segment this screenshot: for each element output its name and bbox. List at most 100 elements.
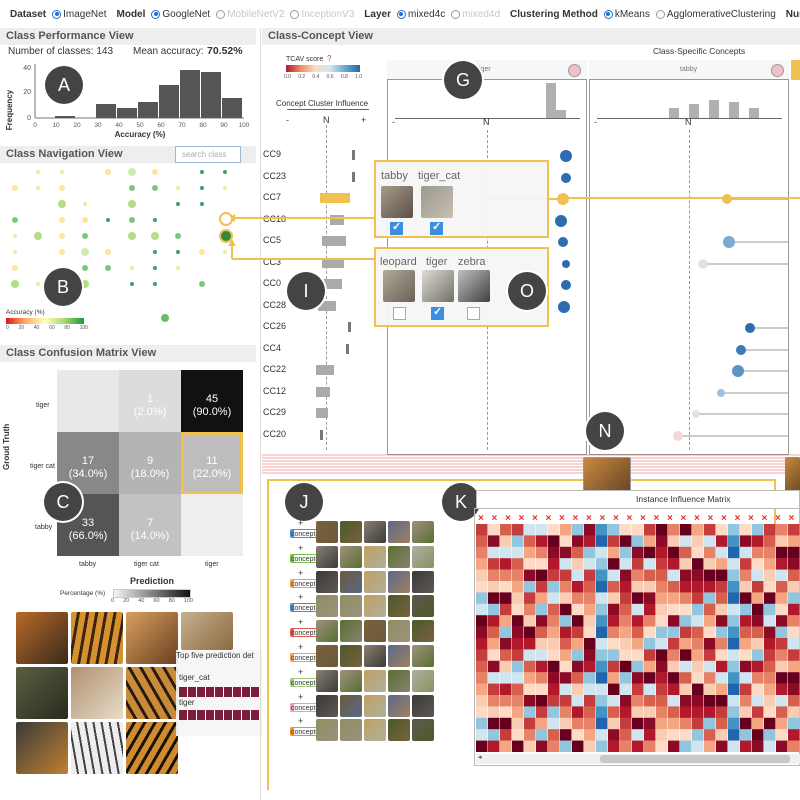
heatmap-cell[interactable] bbox=[716, 603, 728, 616]
heatmap-cell[interactable] bbox=[596, 535, 608, 547]
heatmap-cell[interactable] bbox=[644, 592, 656, 604]
heatmap-cell[interactable] bbox=[584, 649, 596, 661]
heatmap-cell[interactable] bbox=[512, 592, 524, 604]
heatmap-cell[interactable] bbox=[608, 638, 620, 650]
concept-tag[interactable]: concept3 bbox=[290, 677, 318, 687]
heatmap-cell[interactable] bbox=[620, 524, 632, 536]
heatmap-cell[interactable] bbox=[728, 729, 740, 741]
heatmap-cell[interactable] bbox=[728, 558, 740, 570]
heatmap-cell[interactable] bbox=[632, 592, 644, 604]
heatmap-cell[interactable] bbox=[740, 706, 752, 718]
heatmap-cell[interactable] bbox=[560, 592, 572, 604]
heatmap-cell[interactable] bbox=[584, 672, 596, 684]
heatmap-cell[interactable] bbox=[644, 717, 656, 730]
heatmap-cell[interactable] bbox=[644, 581, 656, 593]
heatmap-cell[interactable] bbox=[536, 626, 548, 639]
heatmap-cell[interactable] bbox=[680, 546, 692, 559]
concept-image[interactable] bbox=[412, 620, 434, 643]
heatmap-cell[interactable] bbox=[728, 626, 740, 639]
heatmap-cell[interactable] bbox=[608, 729, 620, 741]
heatmap-cell[interactable] bbox=[716, 729, 728, 741]
heatmap-cell[interactable] bbox=[752, 626, 764, 639]
heatmap-cell[interactable] bbox=[500, 592, 512, 604]
heatmap-cell[interactable] bbox=[560, 729, 572, 741]
scroll-left-icon[interactable]: ◂ bbox=[478, 753, 482, 761]
heatmap-cell[interactable] bbox=[560, 672, 572, 684]
heatmap-cell[interactable] bbox=[512, 558, 524, 570]
heatmap-cell[interactable] bbox=[788, 546, 800, 559]
heatmap-cell[interactable] bbox=[692, 683, 704, 696]
heatmap-cell[interactable] bbox=[788, 558, 800, 570]
heatmap-cell[interactable] bbox=[692, 695, 704, 707]
heatmap-cell[interactable] bbox=[620, 683, 632, 696]
heatmap-cell[interactable] bbox=[500, 695, 512, 707]
heatmap-cell[interactable] bbox=[776, 649, 788, 661]
heatmap-cell[interactable] bbox=[656, 546, 668, 559]
heatmap-cell[interactable] bbox=[776, 626, 788, 639]
heatmap-cell[interactable] bbox=[572, 717, 584, 730]
heatmap-cell[interactable] bbox=[536, 615, 548, 627]
concept-image[interactable] bbox=[364, 669, 386, 692]
heatmap-cell[interactable] bbox=[608, 569, 620, 582]
remove-instance-icon[interactable]: × bbox=[505, 513, 511, 524]
heatmap-cell[interactable] bbox=[728, 695, 740, 707]
heatmap-cell[interactable] bbox=[572, 660, 584, 673]
heatmap-cell[interactable] bbox=[608, 535, 620, 547]
heatmap-cell[interactable] bbox=[512, 603, 524, 616]
heatmap-cell[interactable] bbox=[692, 615, 704, 627]
remove-instance-icon[interactable]: × bbox=[478, 513, 484, 524]
heatmap-cell[interactable] bbox=[512, 569, 524, 582]
heatmap-cell[interactable] bbox=[740, 524, 752, 536]
heatmap-cell[interactable] bbox=[788, 729, 800, 741]
concept-image[interactable] bbox=[364, 521, 386, 543]
heatmap-cell[interactable] bbox=[644, 569, 656, 582]
heatmap-cell[interactable] bbox=[764, 581, 776, 593]
heatmap-cell[interactable] bbox=[632, 558, 644, 570]
heatmap-cell[interactable] bbox=[476, 740, 488, 752]
remove-instance-icon[interactable]: × bbox=[613, 513, 619, 524]
heatmap-cell[interactable] bbox=[476, 649, 488, 661]
heatmap-cell[interactable] bbox=[740, 660, 752, 673]
heatmap-cell[interactable] bbox=[728, 683, 740, 696]
heatmap-cell[interactable] bbox=[608, 740, 620, 752]
heatmap-cell[interactable] bbox=[524, 569, 536, 582]
heatmap-cell[interactable] bbox=[632, 638, 644, 650]
heatmap-cell[interactable] bbox=[536, 592, 548, 604]
concept-tag[interactable]: concept6 bbox=[290, 653, 318, 662]
heatmap-cell[interactable] bbox=[788, 615, 800, 627]
heatmap-cell[interactable] bbox=[584, 524, 596, 536]
concept-image[interactable] bbox=[412, 645, 434, 667]
heatmap-cell[interactable] bbox=[776, 603, 788, 616]
heatmap-cell[interactable] bbox=[608, 558, 620, 570]
heatmap-cell[interactable] bbox=[716, 626, 728, 639]
heatmap-cell[interactable] bbox=[764, 592, 776, 604]
heatmap-cell[interactable] bbox=[740, 649, 752, 661]
heatmap-cell[interactable] bbox=[560, 524, 572, 536]
concept-image[interactable] bbox=[340, 545, 362, 568]
heatmap-cell[interactable] bbox=[524, 546, 536, 559]
concept-tag[interactable]: concept4 bbox=[290, 553, 318, 563]
heatmap-cell[interactable] bbox=[620, 558, 632, 570]
concept-image[interactable] bbox=[340, 694, 362, 717]
remove-instance-icon[interactable]: × bbox=[519, 513, 525, 524]
heatmap-cell[interactable] bbox=[548, 626, 560, 639]
concept-image[interactable] bbox=[364, 570, 386, 593]
heatmap-cell[interactable] bbox=[656, 592, 668, 604]
heatmap-cell[interactable] bbox=[596, 672, 608, 684]
heatmap-cell[interactable] bbox=[500, 740, 512, 752]
heatmap-cell[interactable] bbox=[632, 581, 644, 593]
heatmap-cell[interactable] bbox=[620, 638, 632, 650]
concept-image[interactable] bbox=[316, 719, 338, 742]
concept-image[interactable] bbox=[340, 669, 362, 692]
heatmap-cell[interactable] bbox=[656, 683, 668, 696]
heatmap-cell[interactable] bbox=[704, 649, 716, 661]
heatmap-cell[interactable] bbox=[668, 706, 680, 718]
remove-instance-icon[interactable]: × bbox=[748, 513, 754, 524]
heatmap-cell[interactable] bbox=[692, 649, 704, 661]
heatmap-cell[interactable] bbox=[560, 717, 572, 730]
concept-image[interactable] bbox=[316, 669, 338, 692]
heatmap-cell[interactable] bbox=[692, 558, 704, 570]
heatmap-cell[interactable] bbox=[680, 706, 692, 718]
heatmap-cell[interactable] bbox=[728, 615, 740, 627]
heatmap-cell[interactable] bbox=[608, 683, 620, 696]
